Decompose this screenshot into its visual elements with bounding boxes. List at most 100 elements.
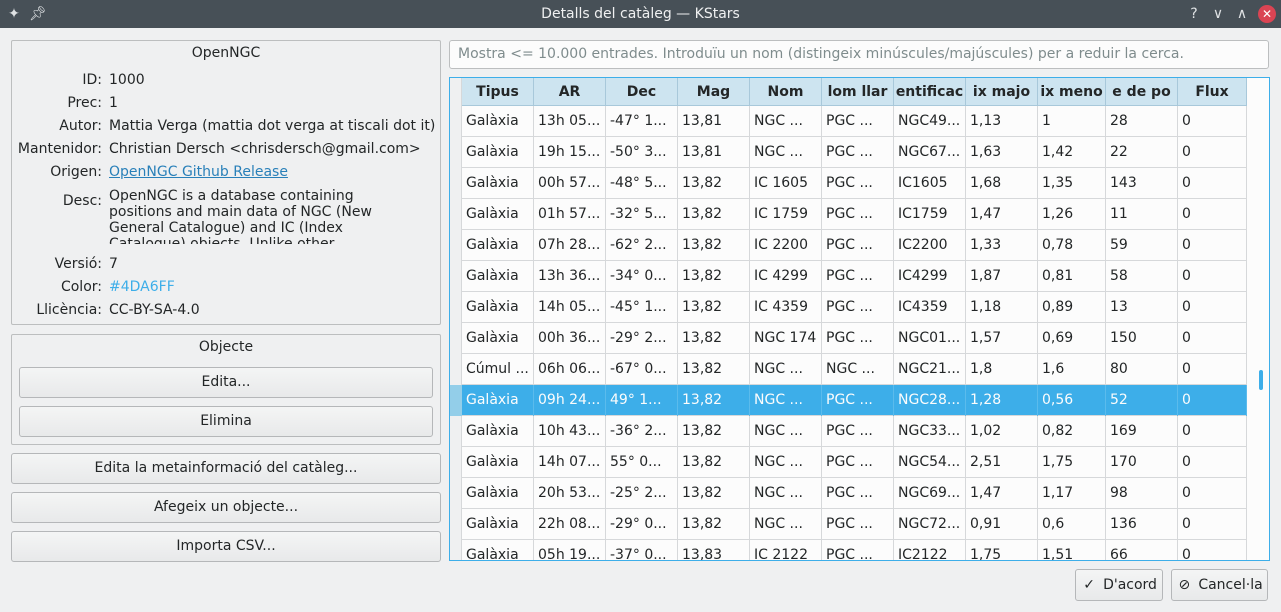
table-cell[interactable]: 1,57 — [966, 323, 1038, 354]
table-cell[interactable]: IC 4359 — [750, 292, 822, 323]
table-cell[interactable]: 00h 36... — [534, 323, 606, 354]
table-cell[interactable]: 58 — [1106, 261, 1178, 292]
table-cell[interactable]: 150 — [1106, 323, 1178, 354]
table-cell[interactable]: 13,82 — [678, 354, 750, 385]
table-cell[interactable]: 0 — [1178, 137, 1247, 168]
table-row[interactable]: Cúmul ... 06h 06... -67° 0... 13,82 NGC ... N… — [462, 354, 1247, 385]
column-header[interactable]: Flux — [1178, 78, 1247, 106]
table-cell[interactable]: 1,8 — [966, 354, 1038, 385]
table-cell[interactable]: 13,83 — [678, 540, 750, 560]
table-cell[interactable]: 1,18 — [966, 292, 1038, 323]
column-header[interactable]: ix meno — [1038, 78, 1106, 106]
table-cell[interactable]: 10h 43... — [534, 416, 606, 447]
table-cell[interactable]: Galàxia — [462, 323, 534, 354]
ok-button[interactable]: ✓ D'acord — [1075, 569, 1163, 601]
table-cell[interactable]: Galàxia — [462, 509, 534, 540]
table-cell[interactable]: NGC ... — [822, 354, 894, 385]
table-cell[interactable]: 169 — [1106, 416, 1178, 447]
table-cell[interactable]: Galàxia — [462, 137, 534, 168]
table-cell[interactable]: NGC ... — [750, 385, 822, 416]
table-cell[interactable]: Galàxia — [462, 230, 534, 261]
table-row[interactable]: Galàxia 13h 36... -34° 0... 13,82 IC 4299 PGC… — [462, 261, 1247, 292]
table-cell[interactable]: 0 — [1178, 168, 1247, 199]
table-cell[interactable]: NGC01... — [894, 323, 966, 354]
table-cell[interactable]: 13,82 — [678, 509, 750, 540]
table-cell[interactable]: PGC ... — [822, 261, 894, 292]
table-cell[interactable]: 1,87 — [966, 261, 1038, 292]
edit-object-button[interactable]: Edita... — [19, 367, 433, 398]
table-cell[interactable]: PGC ... — [822, 106, 894, 137]
table-cell[interactable]: -48° 5... — [606, 168, 678, 199]
table-cell[interactable]: 0 — [1178, 478, 1247, 509]
table-row[interactable]: Galàxia 19h 15... -50° 3... 13,81 NGC ... PGC… — [462, 137, 1247, 168]
table-cell[interactable]: IC1605 — [894, 168, 966, 199]
table-cell[interactable]: NGC67... — [894, 137, 966, 168]
table-row[interactable]: Galàxia 01h 57... -32° 5... 13,82 IC 1759 PGC… — [462, 199, 1247, 230]
table-cell[interactable]: Galàxia — [462, 416, 534, 447]
table-cell[interactable]: Galàxia — [462, 292, 534, 323]
table-cell[interactable]: -50° 3... — [606, 137, 678, 168]
edit-metadata-button[interactable]: Edita la metainformació del catàleg... — [11, 453, 441, 484]
table-cell[interactable]: IC4359 — [894, 292, 966, 323]
column-header[interactable]: Mag — [678, 78, 750, 106]
table-row[interactable]: Galàxia 07h 28... -62° 2... 13,82 IC 2200 PGC… — [462, 230, 1247, 261]
table-cell[interactable]: 1,13 — [966, 106, 1038, 137]
objects-table[interactable]: Tipus AR Dec Mag Nom lom llar entificac ix majo… — [449, 77, 1270, 561]
table-cell[interactable]: 28 — [1106, 106, 1178, 137]
table-cell[interactable]: NGC ... — [750, 478, 822, 509]
table-cell[interactable]: 1,6 — [1038, 354, 1106, 385]
column-header[interactable]: e de po — [1106, 78, 1178, 106]
table-cell[interactable]: NGC21... — [894, 354, 966, 385]
table-cell[interactable]: 0,78 — [1038, 230, 1106, 261]
table-cell[interactable]: 59 — [1106, 230, 1178, 261]
table-cell[interactable]: 13,82 — [678, 199, 750, 230]
table-cell[interactable]: PGC ... — [822, 540, 894, 560]
table-cell[interactable]: 1,47 — [966, 199, 1038, 230]
table-cell[interactable]: 13,82 — [678, 168, 750, 199]
table-cell[interactable]: -29° 0... — [606, 509, 678, 540]
table-cell[interactable]: 0 — [1178, 509, 1247, 540]
table-cell[interactable]: Cúmul ... — [462, 354, 534, 385]
table-cell[interactable]: 1,75 — [966, 540, 1038, 560]
table-cell[interactable]: 14h 05... — [534, 292, 606, 323]
import-csv-button[interactable]: Importa CSV... — [11, 531, 441, 562]
table-cell[interactable]: NGC ... — [750, 416, 822, 447]
table-cell[interactable]: 143 — [1106, 168, 1178, 199]
table-cell[interactable]: NGC ... — [750, 137, 822, 168]
table-cell[interactable]: -32° 5... — [606, 199, 678, 230]
table-cell[interactable]: -62° 2... — [606, 230, 678, 261]
table-row[interactable]: Galàxia 10h 43... -36° 2... 13,82 NGC ... PGC… — [462, 416, 1247, 447]
table-cell[interactable]: 0 — [1178, 416, 1247, 447]
table-cell[interactable]: 0 — [1178, 292, 1247, 323]
table-cell[interactable]: IC4299 — [894, 261, 966, 292]
table-cell[interactable]: 13,81 — [678, 137, 750, 168]
table-cell[interactable]: 13 — [1106, 292, 1178, 323]
table-cell[interactable]: 0,6 — [1038, 509, 1106, 540]
table-cell[interactable]: -36° 2... — [606, 416, 678, 447]
table-cell[interactable]: NGC33... — [894, 416, 966, 447]
maximize-icon[interactable]: ∧ — [1232, 4, 1252, 24]
table-row[interactable]: Galàxia 09h 24... 49° 1... 13,82 NGC ... PGC … — [462, 385, 1247, 416]
table-cell[interactable]: PGC ... — [822, 385, 894, 416]
table-cell[interactable]: -67° 0... — [606, 354, 678, 385]
table-cell[interactable]: 1,75 — [1038, 447, 1106, 478]
table-cell[interactable]: 0,81 — [1038, 261, 1106, 292]
table-cell[interactable]: 1,28 — [966, 385, 1038, 416]
table-cell[interactable]: NGC ... — [750, 106, 822, 137]
table-cell[interactable]: 55° 0... — [606, 447, 678, 478]
table-cell[interactable]: IC 1605 — [750, 168, 822, 199]
table-cell[interactable]: IC2200 — [894, 230, 966, 261]
close-icon[interactable]: ✕ — [1258, 5, 1276, 23]
table-cell[interactable]: Galàxia — [462, 106, 534, 137]
table-cell[interactable]: Galàxia — [462, 168, 534, 199]
table-cell[interactable]: 13,82 — [678, 447, 750, 478]
table-cell[interactable]: NGC28... — [894, 385, 966, 416]
table-cell[interactable]: 13h 36... — [534, 261, 606, 292]
table-cell[interactable]: Galàxia — [462, 385, 534, 416]
table-cell[interactable]: IC1759 — [894, 199, 966, 230]
table-cell[interactable]: 0,89 — [1038, 292, 1106, 323]
table-cell[interactable]: PGC ... — [822, 323, 894, 354]
table-cell[interactable]: 52 — [1106, 385, 1178, 416]
table-cell[interactable]: 22h 08... — [534, 509, 606, 540]
table-cell[interactable]: 13,82 — [678, 385, 750, 416]
